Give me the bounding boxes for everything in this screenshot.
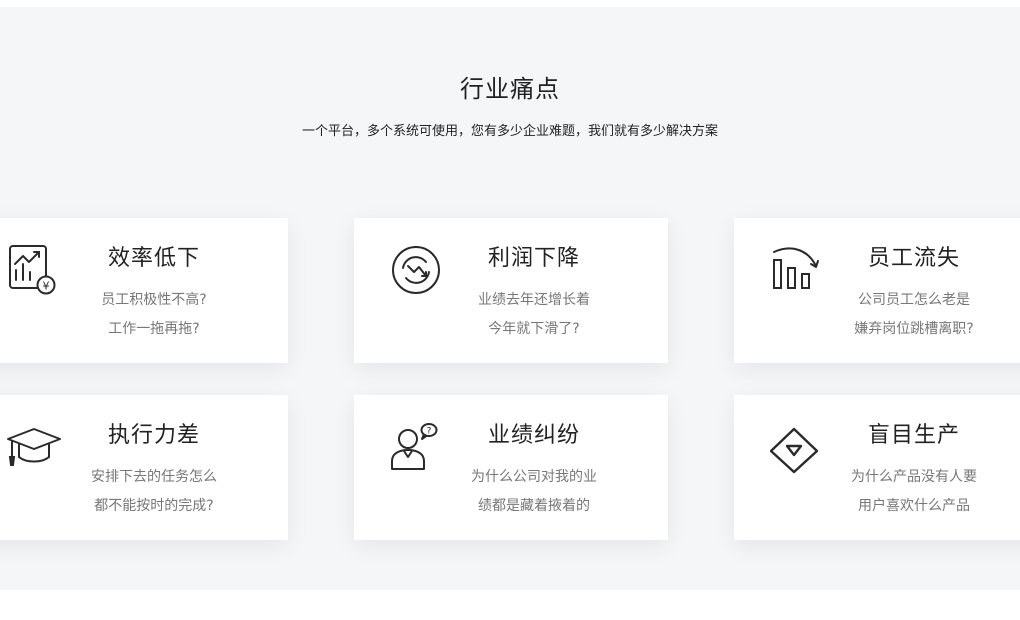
card-description: 为什么产品没有人要 用户喜欢什么产品 [834,463,994,521]
bar-chart-decline-icon [768,240,828,300]
card-text: 业绩纠纷 为什么公司对我的业 绩都是藏着掖着的 [454,421,614,521]
card-text: 效率低下 员工积极性不高? 工作一拖再拖? [74,244,234,344]
card-description-line-1: 为什么产品没有人要 [851,469,977,485]
card-description-line-1: 为什么公司对我的业 [471,469,597,485]
card-title: 业绩纠纷 [487,423,580,448]
card-description-line-2: 绩都是藏着掖着的 [478,498,590,514]
card-description: 员工积极性不高? 工作一拖再拖? [74,286,234,344]
section-title: 行业痛点 [460,75,560,103]
card-description-line-2: 今年就下滑了? [488,321,580,337]
card-efficiency: ¥ 效率低下 员工积极性不高? 工作一拖再拖? [0,218,288,363]
card-performance-dispute: ? 业绩纠纷 为什么公司对我的业 绩都是藏着掖着的 [354,395,668,540]
card-title: 效率低下 [107,246,200,271]
card-description-line-2: 嫌弃岗位跳槽离职? [854,321,974,337]
card-profit: 利润下降 业绩去年还增长着 今年就下滑了? [354,218,668,363]
card-description-line-1: 公司员工怎么老是 [858,292,970,308]
card-execution: 执行力差 安排下去的任务怎么 都不能按时的完成? [0,395,288,540]
card-description: 为什么公司对我的业 绩都是藏着掖着的 [454,463,614,521]
card-text: 执行力差 安排下去的任务怎么 都不能按时的完成? [74,421,234,521]
pain-points-section: 行业痛点 一个平台，多个系统可使用，您有多少企业难题，我们就有多少解决方案 ¥ … [0,7,1020,590]
diamond-icon [768,417,828,477]
card-description: 业绩去年还增长着 今年就下滑了? [454,286,614,344]
card-description-line-2: 用户喜欢什么产品 [858,498,970,514]
card-text: 员工流失 公司员工怎么老是 嫌弃岗位跳槽离职? [834,244,994,344]
card-description-line-2: 都不能按时的完成? [94,498,214,514]
person-question-icon: ? [386,417,446,477]
card-description: 安排下去的任务怎么 都不能按时的完成? [74,463,234,521]
card-title: 利润下降 [487,246,580,271]
svg-text:?: ? [427,427,432,437]
card-text: 盲目生产 为什么产品没有人要 用户喜欢什么产品 [834,421,994,521]
card-description-line-1: 安排下去的任务怎么 [91,469,217,485]
card-description-line-1: 业绩去年还增长着 [478,292,590,308]
section-subtitle: 一个平台，多个系统可使用，您有多少企业难题，我们就有多少解决方案 [301,124,718,139]
graduation-cap-icon [4,417,64,477]
chart-yuan-icon: ¥ [6,240,66,300]
card-description-line-1: 员工积极性不高? [101,292,207,308]
card-blind-production: 盲目生产 为什么产品没有人要 用户喜欢什么产品 [734,395,1020,540]
card-title: 员工流失 [867,246,960,271]
card-text: 利润下降 业绩去年还增长着 今年就下滑了? [454,244,614,344]
card-description-line-2: 工作一拖再拖? [108,321,200,337]
card-turnover: 员工流失 公司员工怎么老是 嫌弃岗位跳槽离职? [734,218,1020,363]
svg-text:¥: ¥ [43,280,50,293]
card-description: 公司员工怎么老是 嫌弃岗位跳槽离职? [834,286,994,344]
declining-trend-icon [386,240,446,300]
card-title: 执行力差 [107,423,200,448]
card-title: 盲目生产 [867,423,960,448]
